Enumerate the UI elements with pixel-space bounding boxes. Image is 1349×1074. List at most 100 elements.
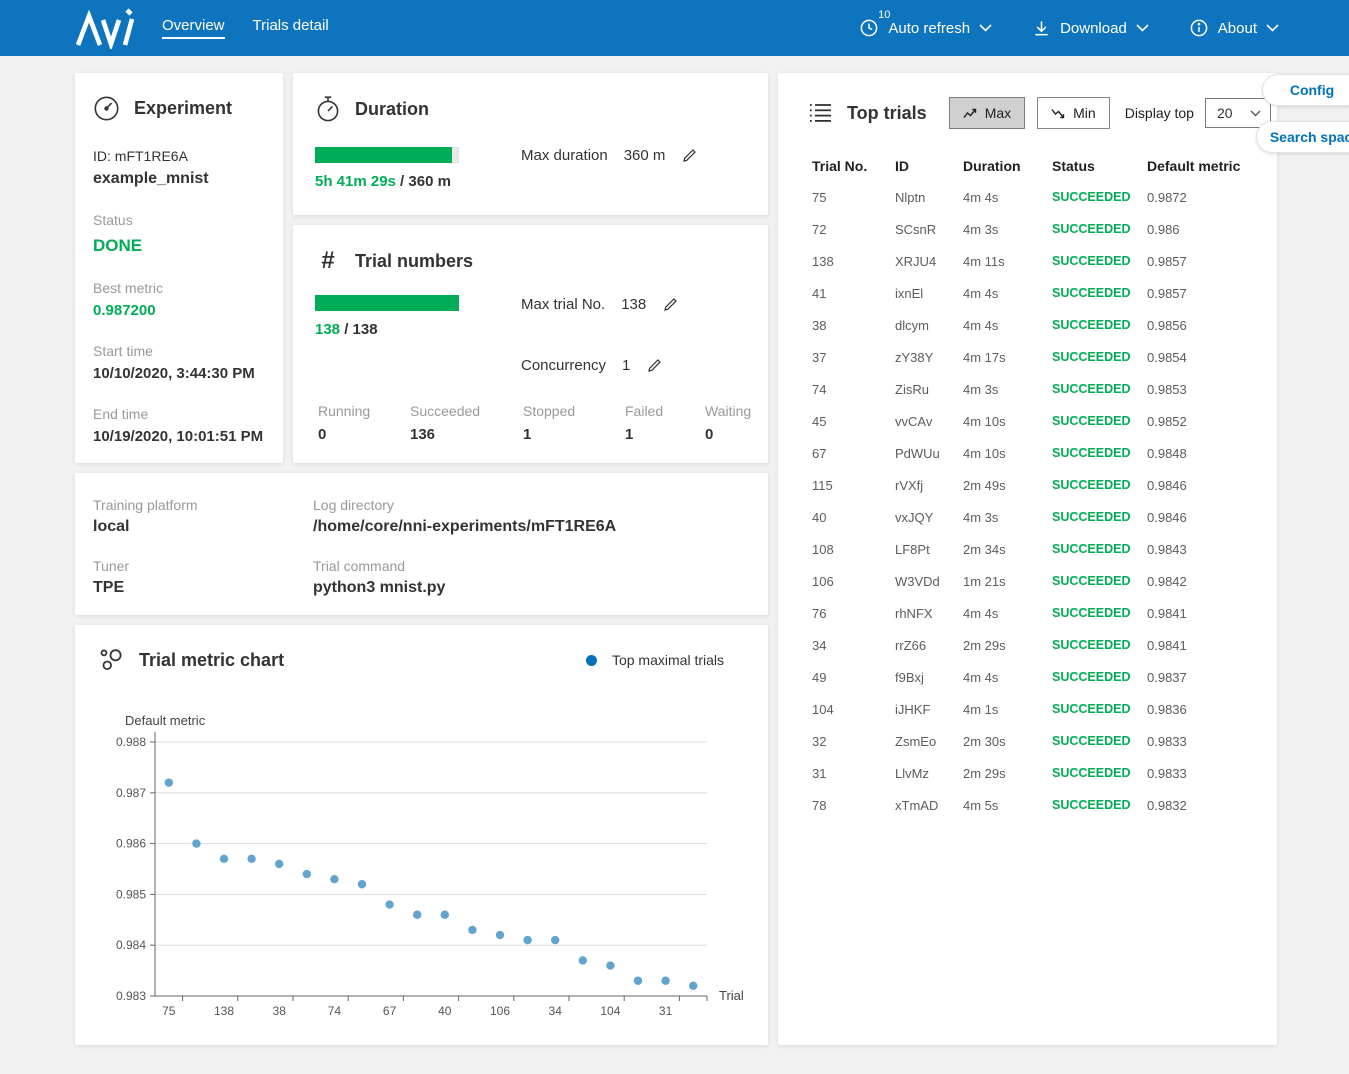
trial-count-divider: / (340, 321, 353, 338)
trial-count-total: 138 (353, 321, 378, 338)
chart-point (634, 977, 642, 985)
table-row: 138 XRJU4 4m 11s SUCCEEDED 0.9857 (778, 245, 1277, 277)
y-axis-label: Default metric (125, 713, 206, 728)
trial-stats: Running 0 Succeeded 136 Stopped 1 Failed… (318, 403, 751, 443)
nni-logo[interactable] (72, 7, 136, 49)
best-metric-label: Best metric (93, 280, 265, 296)
x-axis-label: Trial (719, 988, 744, 1003)
duration-divider: / (396, 173, 409, 190)
trial-status: SUCCEEDED (1052, 766, 1147, 780)
x-tick-label: 106 (490, 1004, 510, 1018)
tab-trials-detail[interactable]: Trials detail (253, 17, 329, 39)
col-trial-no: Trial No. (812, 158, 895, 174)
chart-point (220, 855, 228, 863)
trial-stat-label: Running (318, 403, 410, 419)
chart-point (496, 931, 504, 939)
trial-no: 138 (812, 254, 895, 269)
trial-duration: 4m 4s (963, 318, 1052, 333)
display-top-label: Display top (1125, 105, 1194, 121)
search-space-button[interactable]: Search space (1256, 121, 1349, 153)
max-duration-label: Max duration (521, 147, 608, 164)
duration-card: Duration 5h 41m 29s / 360 m Max duration… (293, 73, 768, 215)
legend-label: Top maximal trials (612, 652, 724, 668)
min-button[interactable]: Min (1037, 97, 1110, 129)
trial-duration: 4m 11s (963, 254, 1052, 269)
concurrency-label: Concurrency (521, 357, 606, 374)
x-tick-label: 31 (659, 1004, 673, 1018)
trial-id: rrZ66 (895, 638, 963, 653)
download-menu[interactable]: Download (1032, 19, 1149, 38)
trial-stat-value: 0 (318, 426, 410, 443)
download-label: Download (1060, 20, 1127, 37)
chevron-down-icon (1266, 24, 1279, 32)
auto-refresh-menu[interactable]: 10 Auto refresh (859, 18, 992, 38)
trial-stat-value: 1 (625, 426, 705, 443)
end-time-value: 10/19/2020, 10:01:51 PM (93, 428, 265, 445)
trial-metric-chart-svg[interactable]: 0.9830.9840.9850.9860.9870.988Default me… (89, 713, 769, 1033)
experiment-title: Experiment (134, 98, 232, 119)
trial-progress (315, 295, 459, 311)
top-trials-title: Top trials (847, 103, 927, 124)
table-row: 108 LF8Pt 2m 34s SUCCEEDED 0.9843 (778, 533, 1277, 565)
config-button[interactable]: Config (1262, 74, 1349, 106)
trial-metric: 0.986 (1147, 222, 1277, 237)
trial-id: SCsnR (895, 222, 963, 237)
about-menu[interactable]: About (1189, 18, 1279, 38)
chart-point (606, 961, 614, 969)
trial-status: SUCCEEDED (1052, 254, 1147, 268)
gauge-icon (93, 95, 120, 122)
max-button[interactable]: Max (949, 97, 1025, 129)
trial-stat-value: 1 (523, 426, 625, 443)
edit-max-duration-icon[interactable] (681, 147, 698, 164)
trial-no: 41 (812, 286, 895, 301)
chart-point (330, 875, 338, 883)
tab-overview[interactable]: Overview (162, 17, 225, 39)
edit-max-trial-icon[interactable] (662, 296, 679, 313)
trial-metric: 0.9841 (1147, 606, 1277, 621)
nav-right-group: 10 Auto refresh Download About (859, 18, 1279, 38)
trial-duration: 4m 4s (963, 286, 1052, 301)
chart-legend[interactable]: Top maximal trials (586, 652, 724, 668)
trial-metric-chart-card: Trial metric chart Top maximal trials 0.… (75, 625, 768, 1045)
trial-stat-label: Succeeded (410, 403, 523, 419)
col-default-metric: Default metric (1147, 158, 1277, 174)
trial-duration: 4m 1s (963, 702, 1052, 717)
y-tick-label: 0.987 (116, 786, 146, 800)
trial-numbers-card: # Trial numbers 138 / 138 Max trial No. … (293, 225, 768, 463)
trial-id: ZsmEo (895, 734, 963, 749)
trial-no: 49 (812, 670, 895, 685)
trial-no: 37 (812, 350, 895, 365)
trial-duration: 4m 5s (963, 798, 1052, 813)
table-row: 74 ZisRu 4m 3s SUCCEEDED 0.9853 (778, 373, 1277, 405)
chart-point (523, 936, 531, 944)
trial-status: SUCCEEDED (1052, 542, 1147, 556)
table-row: 115 rVXfj 2m 49s SUCCEEDED 0.9846 (778, 469, 1277, 501)
trial-no: 72 (812, 222, 895, 237)
trial-count: 138 / 138 (315, 321, 378, 338)
table-row: 38 dlcym 4m 4s SUCCEEDED 0.9856 (778, 309, 1277, 341)
trial-no: 106 (812, 574, 895, 589)
trial-duration: 4m 10s (963, 414, 1052, 429)
trial-id: ixnEl (895, 286, 963, 301)
tuner-label: Tuner (93, 558, 313, 574)
trial-duration: 4m 3s (963, 222, 1052, 237)
trial-id: zY38Y (895, 350, 963, 365)
y-tick-label: 0.983 (116, 989, 146, 1003)
top-trials-table-body: 75 Nlptn 4m 4s SUCCEEDED 0.9872 72 SCsnR… (778, 181, 1277, 821)
duration-progress (315, 147, 459, 163)
trial-no: 34 (812, 638, 895, 653)
display-top-value: 20 (1217, 105, 1233, 121)
edit-concurrency-icon[interactable] (646, 357, 663, 374)
chart-point (192, 839, 200, 847)
scatter-icon (99, 647, 125, 673)
chevron-down-icon (1250, 110, 1261, 117)
y-tick-label: 0.985 (116, 887, 146, 901)
min-button-label: Min (1073, 105, 1096, 121)
trial-status: SUCCEEDED (1052, 222, 1147, 236)
trial-no: 38 (812, 318, 895, 333)
trial-id: vxJQY (895, 510, 963, 525)
table-row: 75 Nlptn 4m 4s SUCCEEDED 0.9872 (778, 181, 1277, 213)
table-row: 32 ZsmEo 2m 30s SUCCEEDED 0.9833 (778, 725, 1277, 757)
trial-id: LF8Pt (895, 542, 963, 557)
table-row: 78 xTmAD 4m 5s SUCCEEDED 0.9832 (778, 789, 1277, 821)
